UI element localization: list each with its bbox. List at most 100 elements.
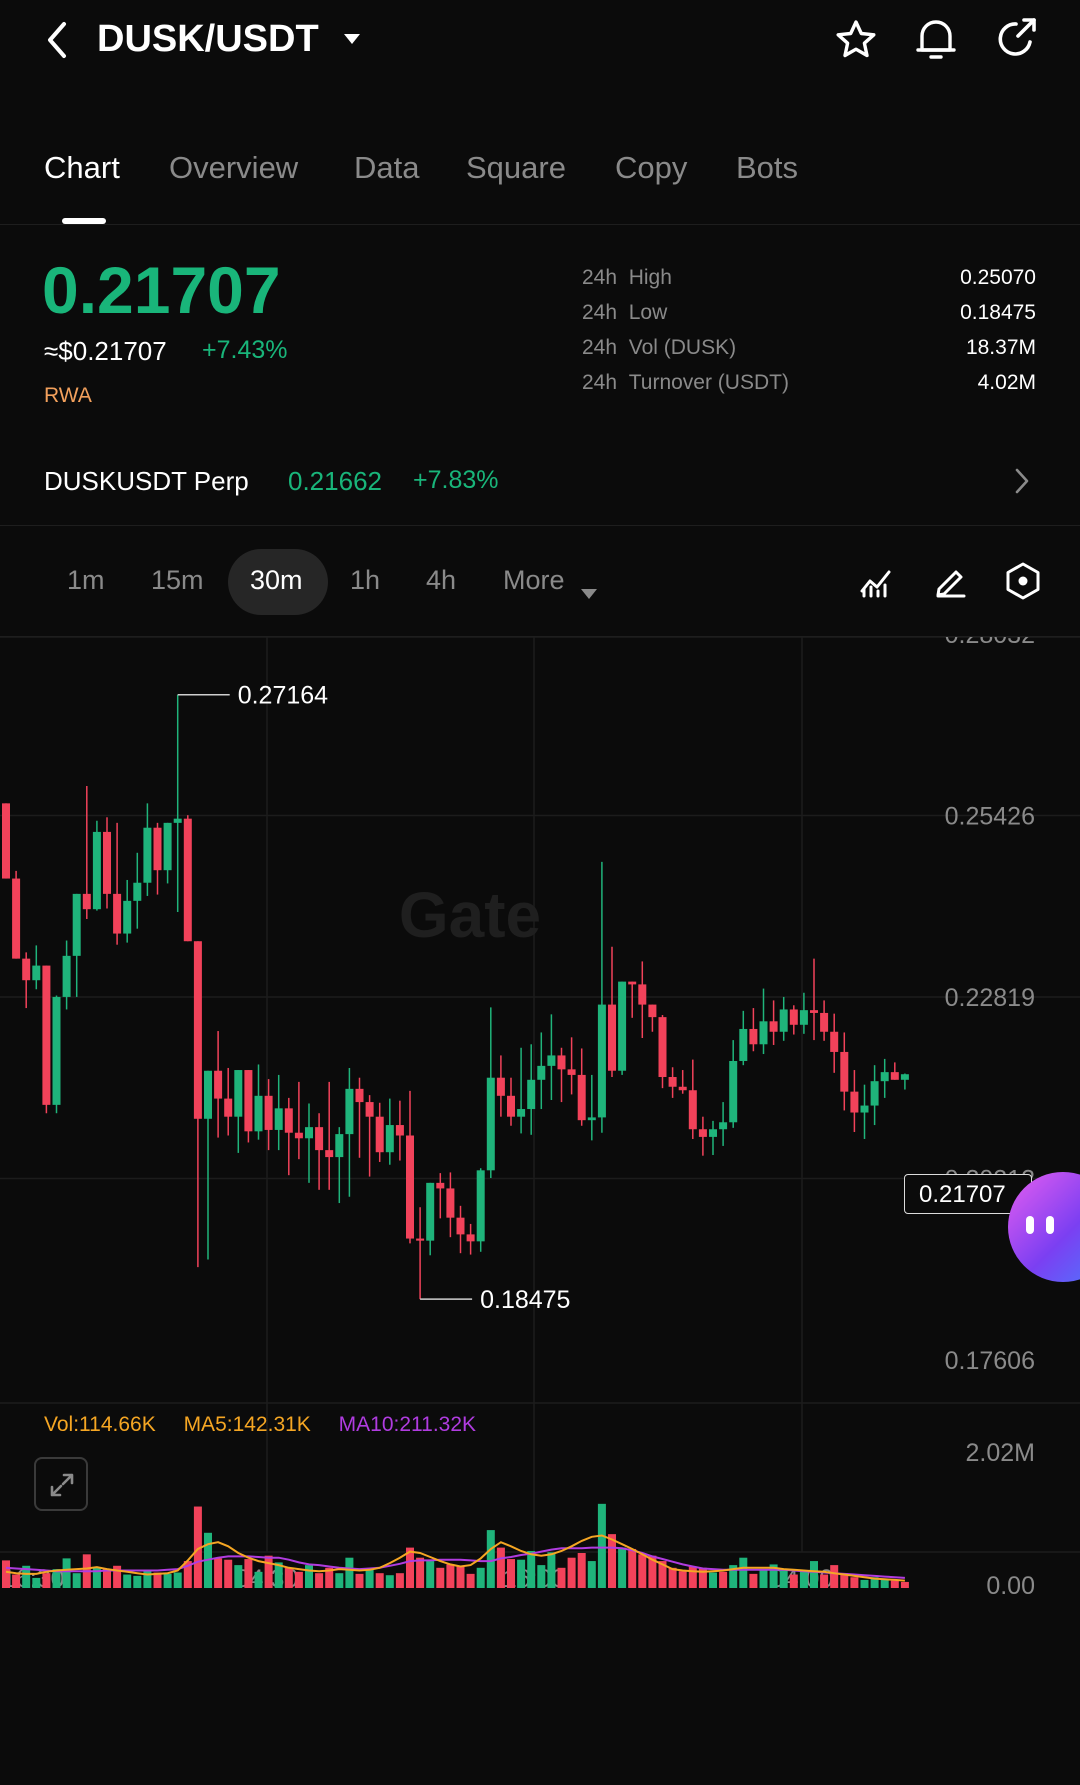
- interval-1m[interactable]: 1m: [67, 565, 105, 596]
- candle-body: [476, 1170, 485, 1242]
- stat-volume: 24h Vol (DUSK) 18.37M: [582, 336, 1036, 366]
- star-icon[interactable]: [834, 18, 878, 62]
- candle-body: [224, 1098, 233, 1117]
- interval-4h[interactable]: 4h: [426, 565, 456, 596]
- volume-bar: [890, 1580, 899, 1588]
- header: DUSK/USDT: [0, 0, 1080, 90]
- candle-body: [840, 1051, 849, 1092]
- volume-bar: [618, 1547, 627, 1588]
- volume-bar: [294, 1571, 303, 1588]
- stat-label: 24h Vol (DUSK): [582, 336, 737, 359]
- tab-square[interactable]: Square: [466, 150, 566, 186]
- volume-bar: [224, 1559, 233, 1588]
- interval-more[interactable]: More: [503, 565, 598, 599]
- candle-body: [810, 1010, 818, 1013]
- expand-icon: [48, 1471, 76, 1499]
- perp-row[interactable]: DUSKUSDT Perp 0.21662 +7.83%: [0, 458, 1080, 526]
- candle-body: [618, 981, 627, 1071]
- candle-body: [193, 941, 202, 1119]
- candle-body: [173, 818, 182, 823]
- candle-body: [82, 893, 91, 910]
- caret-down-icon[interactable]: [342, 32, 362, 46]
- caret-down-icon: [580, 576, 598, 599]
- volume-bar: [517, 1559, 526, 1588]
- volume-bar: [476, 1567, 485, 1588]
- candle-body: [113, 893, 122, 934]
- indicators-icon[interactable]: [858, 563, 894, 599]
- volume-bar: [416, 1557, 425, 1588]
- volume-bar: [537, 1565, 546, 1588]
- tab-data[interactable]: Data: [354, 150, 419, 186]
- interval-1h[interactable]: 1h: [350, 565, 380, 596]
- candle-body: [719, 1122, 728, 1130]
- volume-bar: [820, 1574, 829, 1588]
- volume-bar: [244, 1559, 253, 1588]
- stat-label: 24h Turnover (USDT): [582, 371, 789, 394]
- volume-bar: [466, 1573, 475, 1588]
- candle-body: [870, 1081, 879, 1106]
- volume-bar: [305, 1565, 313, 1588]
- candle-body: [2, 803, 10, 879]
- candle-body: [688, 1090, 697, 1130]
- candle-body: [446, 1188, 455, 1218]
- volume-bar: [32, 1577, 41, 1588]
- chart-settings-icon[interactable]: [1004, 561, 1042, 601]
- candle-body: [628, 981, 637, 985]
- candle-body: [830, 1031, 839, 1052]
- back-icon[interactable]: [42, 20, 74, 60]
- volume-bar: [426, 1561, 435, 1588]
- drawing-pen-icon[interactable]: [932, 563, 968, 599]
- volume-bar: [486, 1530, 495, 1588]
- category-tag[interactable]: RWA: [44, 384, 92, 408]
- share-icon[interactable]: [994, 16, 1040, 62]
- candle-body: [234, 1070, 243, 1117]
- candle-body: [244, 1070, 253, 1132]
- candle-body: [375, 1116, 384, 1153]
- candle-body: [850, 1091, 859, 1113]
- candle-body: [426, 1182, 435, 1241]
- bell-icon[interactable]: [914, 16, 958, 62]
- tab-overview[interactable]: Overview: [169, 150, 298, 186]
- candle-body: [698, 1129, 707, 1137]
- pair-title[interactable]: DUSK/USDT: [97, 18, 319, 61]
- volume-bar: [234, 1565, 243, 1588]
- candle-body: [62, 955, 71, 997]
- candle-body: [274, 1108, 283, 1130]
- volume-bar: [395, 1573, 404, 1588]
- stat-value: 18.37M: [965, 336, 1036, 359]
- candle-body: [123, 900, 132, 934]
- price-chart[interactable]: Gate 0.27164 0.18475 0.28032 0.25426 0.2281…: [0, 637, 1080, 1595]
- candle-body: [587, 1117, 596, 1121]
- volume-bar: [42, 1573, 51, 1588]
- tab-bar: Chart Overview Data Square Copy Bots: [0, 140, 1080, 225]
- interval-30m[interactable]: 30m: [250, 565, 303, 596]
- perp-name: DUSKUSDT Perp: [44, 466, 249, 496]
- candle-body: [709, 1129, 717, 1137]
- candle-body: [305, 1127, 313, 1139]
- fullscreen-button[interactable]: [34, 1457, 88, 1511]
- candle-body: [466, 1234, 475, 1242]
- volume-bar: [850, 1577, 859, 1588]
- candle-body: [133, 882, 142, 901]
- candle-body: [789, 1009, 798, 1025]
- candle-body: [547, 1055, 556, 1066]
- volume-bar: [72, 1573, 81, 1588]
- volume-bar: [678, 1571, 687, 1588]
- volume-bar: [709, 1572, 717, 1588]
- candle-body: [72, 893, 81, 956]
- tab-bots[interactable]: Bots: [736, 150, 798, 186]
- tab-copy[interactable]: Copy: [615, 150, 687, 186]
- volume-bar: [830, 1565, 839, 1588]
- volume-bar: [719, 1571, 728, 1588]
- candle-body: [597, 1004, 606, 1118]
- volume-bar: [496, 1547, 505, 1588]
- tab-chart[interactable]: Chart: [44, 150, 120, 186]
- candlestick-chart-svg[interactable]: Gate 0.27164 0.18475 0.28032 0.25426 0.2281…: [0, 637, 1080, 1595]
- interval-15m[interactable]: 15m: [151, 565, 204, 596]
- current-price-label: 0.21707: [919, 1181, 1006, 1208]
- candle-body: [577, 1074, 586, 1121]
- candle-body: [42, 965, 51, 1105]
- volume-bar: [143, 1570, 152, 1588]
- candle-body: [214, 1070, 223, 1099]
- volume-bar: [103, 1569, 111, 1588]
